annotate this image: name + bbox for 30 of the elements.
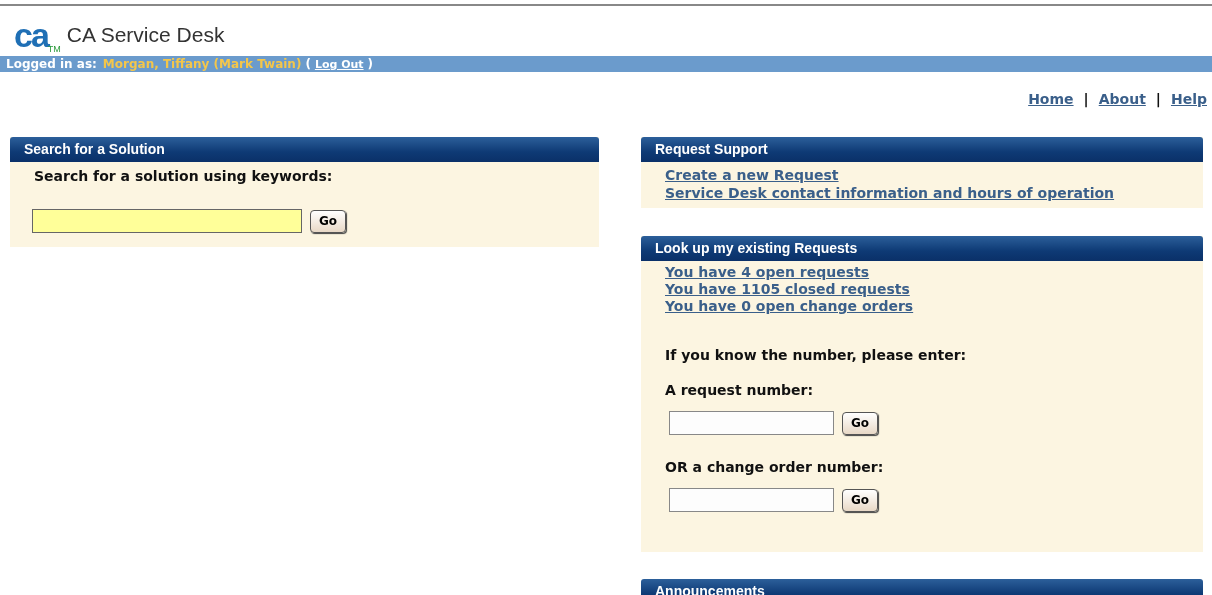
nav-separator: | (1155, 90, 1161, 110)
panel-header: Search for a Solution (10, 137, 599, 162)
user-name: Morgan, Tiffany (Mark Twain) (102, 57, 302, 71)
request-link[interactable]: Create a new Request (665, 166, 839, 184)
app-title: CA Service Desk (66, 22, 225, 48)
text-field[interactable] (669, 411, 834, 435)
field-label: OR a change order number: (665, 458, 885, 477)
trademark-mark: TM (47, 43, 61, 56)
text-field[interactable] (669, 488, 834, 512)
panel-header: Look up my existing Requests (641, 236, 1203, 261)
parenthesis: ) (367, 57, 374, 71)
nav-link[interactable]: About (1098, 89, 1146, 137)
login-label: Logged in as: (6, 57, 97, 71)
nav-separator: | (1083, 90, 1089, 110)
nav-link[interactable]: Home (1028, 89, 1074, 137)
go-button[interactable]: Go (842, 488, 879, 512)
nav-link[interactable]: Help (1170, 89, 1207, 137)
panel-header: Request Support (641, 137, 1203, 162)
parenthesis: ( (305, 57, 311, 71)
logo: ca (14, 20, 48, 50)
requests-link[interactable]: You have 4 open requests (665, 264, 870, 281)
request-link[interactable]: Service Desk contact information and hours of operation (665, 184, 1115, 202)
requests-link[interactable]: You have 0 open change orders (665, 298, 914, 315)
instruction-text: If you know the number, please enter: (665, 346, 968, 365)
requests-link[interactable]: You have 1105 closed requests (665, 281, 910, 298)
go-button[interactable]: Go (310, 209, 347, 233)
go-button[interactable]: Go (842, 411, 879, 435)
text-field[interactable] (32, 209, 302, 233)
search-prompt: Search for a solution using keywords: (34, 167, 334, 186)
field-label: A request number: (665, 381, 815, 400)
